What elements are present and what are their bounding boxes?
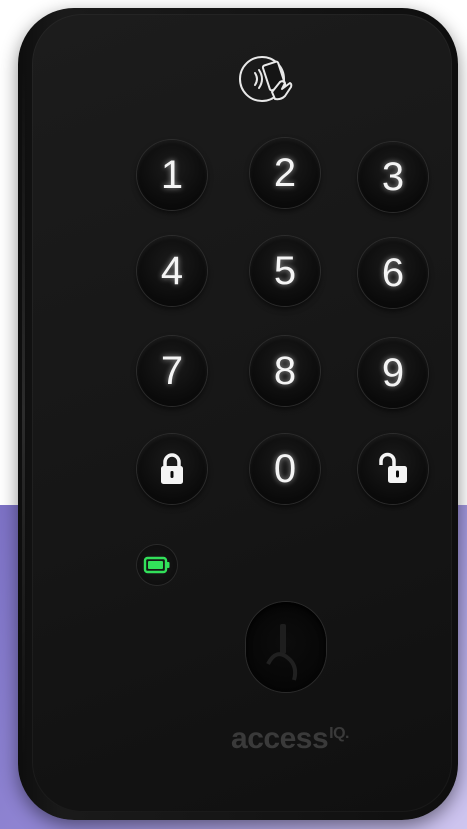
- brand-logo: accessIQ.: [210, 722, 370, 756]
- unlock-icon: [379, 452, 407, 483]
- key-5-label: 5: [273, 249, 297, 293]
- key-9-label: 9: [381, 351, 405, 395]
- keypad-device: [18, 8, 458, 820]
- key-8[interactable]: 8: [250, 336, 320, 406]
- brand-name: access: [231, 722, 329, 755]
- nfc-contactless-icon[interactable]: [238, 50, 296, 108]
- device-edge: [22, 68, 25, 758]
- key-0-label: 0: [273, 447, 297, 491]
- key-1[interactable]: 1: [137, 140, 207, 210]
- key-3[interactable]: 3: [358, 142, 428, 212]
- unlock-key[interactable]: [358, 434, 428, 504]
- key-5[interactable]: 5: [250, 236, 320, 306]
- keyhole: [246, 602, 326, 692]
- key-6-label: 6: [381, 251, 405, 295]
- key-4-label: 4: [160, 249, 184, 293]
- battery-icon: [143, 556, 170, 574]
- device-face: [32, 14, 452, 812]
- lock-key[interactable]: [137, 434, 207, 504]
- key-0[interactable]: 0: [250, 434, 320, 504]
- key-4[interactable]: 4: [137, 236, 207, 306]
- key-2[interactable]: 2: [250, 138, 320, 208]
- key-7[interactable]: 7: [137, 336, 207, 406]
- lock-icon: [161, 453, 183, 484]
- keyhole-icon: [266, 624, 298, 681]
- battery-indicator: [137, 545, 177, 585]
- key-8-label: 8: [273, 349, 297, 393]
- key-6[interactable]: 6: [358, 238, 428, 308]
- key-9[interactable]: 9: [358, 338, 428, 408]
- key-7-label: 7: [160, 349, 184, 393]
- key-1-label: 1: [160, 153, 184, 197]
- brand-suffix: IQ.: [329, 725, 349, 742]
- key-3-label: 3: [381, 155, 405, 199]
- key-2-label: 2: [273, 151, 297, 195]
